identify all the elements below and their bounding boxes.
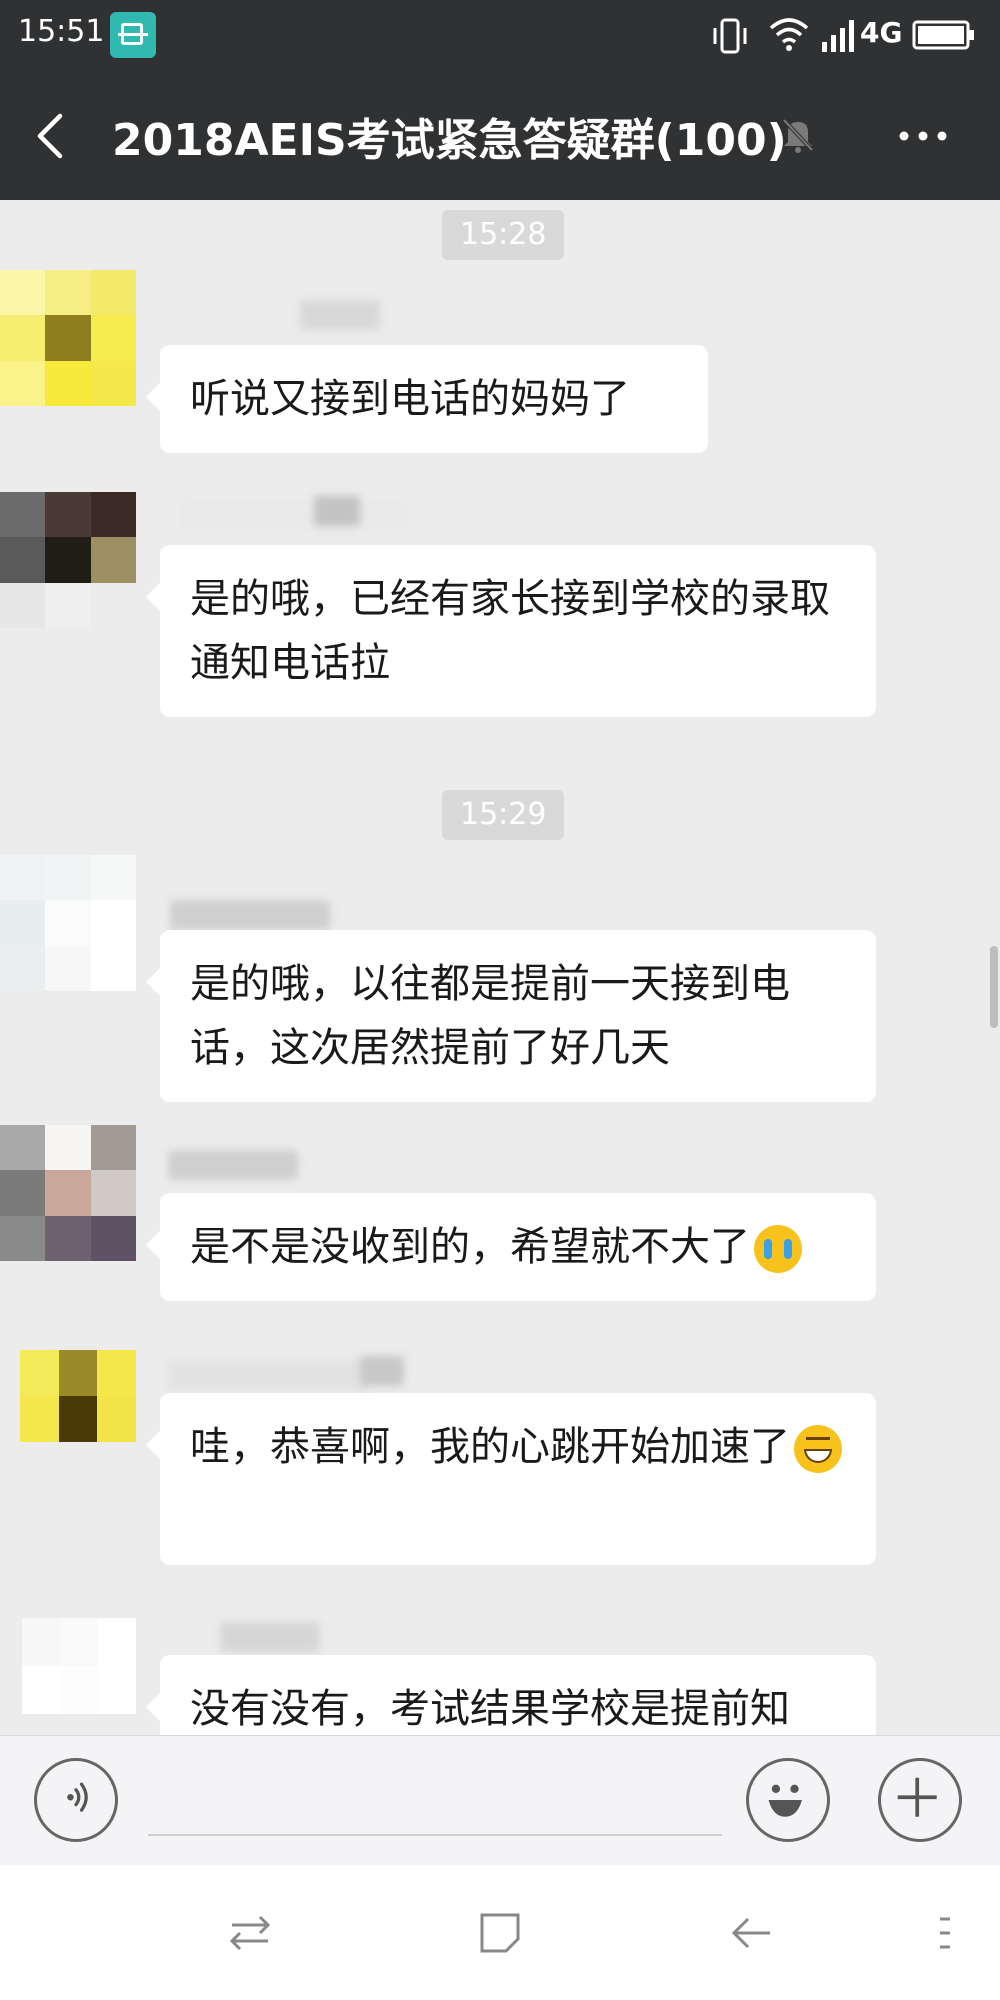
add-button[interactable] <box>878 1758 962 1842</box>
message-bubble[interactable]: 听说又接到电话的妈妈了 <box>146 345 708 453</box>
sender-name <box>168 1150 298 1180</box>
scan-icon <box>110 12 156 58</box>
voice-button[interactable] <box>34 1758 118 1842</box>
avatar[interactable] <box>20 1350 136 1442</box>
home-icon[interactable] <box>472 1905 528 1961</box>
plus-icon <box>897 1777 937 1817</box>
smiley-icon <box>768 1784 802 1817</box>
grinning-face-emoji <box>794 1425 842 1473</box>
timestamp: 15:29 <box>442 790 565 840</box>
timestamp: 15:28 <box>442 210 565 260</box>
sender-name <box>360 1356 404 1386</box>
chat-header: 2018AEIS考试紧急答疑群(100) <box>0 68 1000 200</box>
chat-title[interactable]: 2018AEIS考试紧急答疑群(100) <box>112 104 787 168</box>
message-bubble[interactable]: 是的哦，以往都是提前一天接到电话，这次居然提前了好几天 <box>146 930 876 1102</box>
message-text: 听说又接到电话的妈妈了 <box>190 376 630 422</box>
sender-name <box>168 1360 368 1390</box>
chat-message-list[interactable]: 15:28 听说又接到电话的妈妈了 是的哦，已经有家长接到学校的录取通知电话拉 … <box>0 200 1000 1735</box>
scrollbar[interactable] <box>990 946 998 1028</box>
battery-icon <box>912 20 974 50</box>
message-text: 是的哦，已经有家长接到学校的录取通知电话拉 <box>190 576 830 686</box>
avatar[interactable] <box>0 270 136 406</box>
mute-icon <box>782 118 814 153</box>
voice-icon <box>67 1782 88 1812</box>
signal-icon <box>822 20 854 52</box>
more-icon[interactable] <box>898 124 948 148</box>
sender-name <box>314 496 360 526</box>
message-bubble[interactable]: 没有没有，考试结果学校是提前知 <box>146 1655 876 1735</box>
vibrate-icon <box>713 18 747 54</box>
crying-face-emoji <box>754 1225 802 1273</box>
avatar[interactable] <box>0 492 136 628</box>
message-text: 是不是没收到的，希望就不大了 <box>190 1224 750 1270</box>
avatar[interactable] <box>0 855 136 991</box>
back-nav-icon[interactable] <box>724 1905 780 1961</box>
menu-icon[interactable] <box>916 1905 972 1961</box>
message-text: 哇，恭喜啊，我的心跳开始加速了 <box>190 1424 790 1470</box>
input-bar <box>0 1735 1000 1866</box>
status-time: 15:51 <box>18 14 105 49</box>
avatar[interactable] <box>22 1618 136 1714</box>
sender-name <box>180 500 410 530</box>
wifi-icon <box>769 18 809 51</box>
message-input[interactable] <box>148 1772 722 1836</box>
network-label: 4G <box>860 16 903 49</box>
message-bubble[interactable]: 是的哦，已经有家长接到学校的录取通知电话拉 <box>146 545 876 717</box>
status-bar: 15:51 4G <box>0 0 1000 68</box>
message-bubble[interactable]: 哇，恭喜啊，我的心跳开始加速了 <box>146 1393 876 1565</box>
avatar[interactable] <box>0 1125 136 1261</box>
message-text: 没有没有，考试结果学校是提前知 <box>190 1686 790 1732</box>
message-text: 是的哦，以往都是提前一天接到电话，这次居然提前了好几天 <box>190 961 790 1071</box>
sender-name <box>300 300 380 330</box>
message-bubble[interactable]: 是不是没收到的，希望就不大了 <box>146 1193 876 1301</box>
emoji-button[interactable] <box>746 1758 830 1842</box>
system-nav-bar <box>0 1865 1000 2000</box>
sender-name <box>170 900 330 930</box>
sender-name <box>220 1622 320 1652</box>
switch-icon[interactable] <box>222 1905 278 1961</box>
back-icon[interactable] <box>32 112 72 160</box>
